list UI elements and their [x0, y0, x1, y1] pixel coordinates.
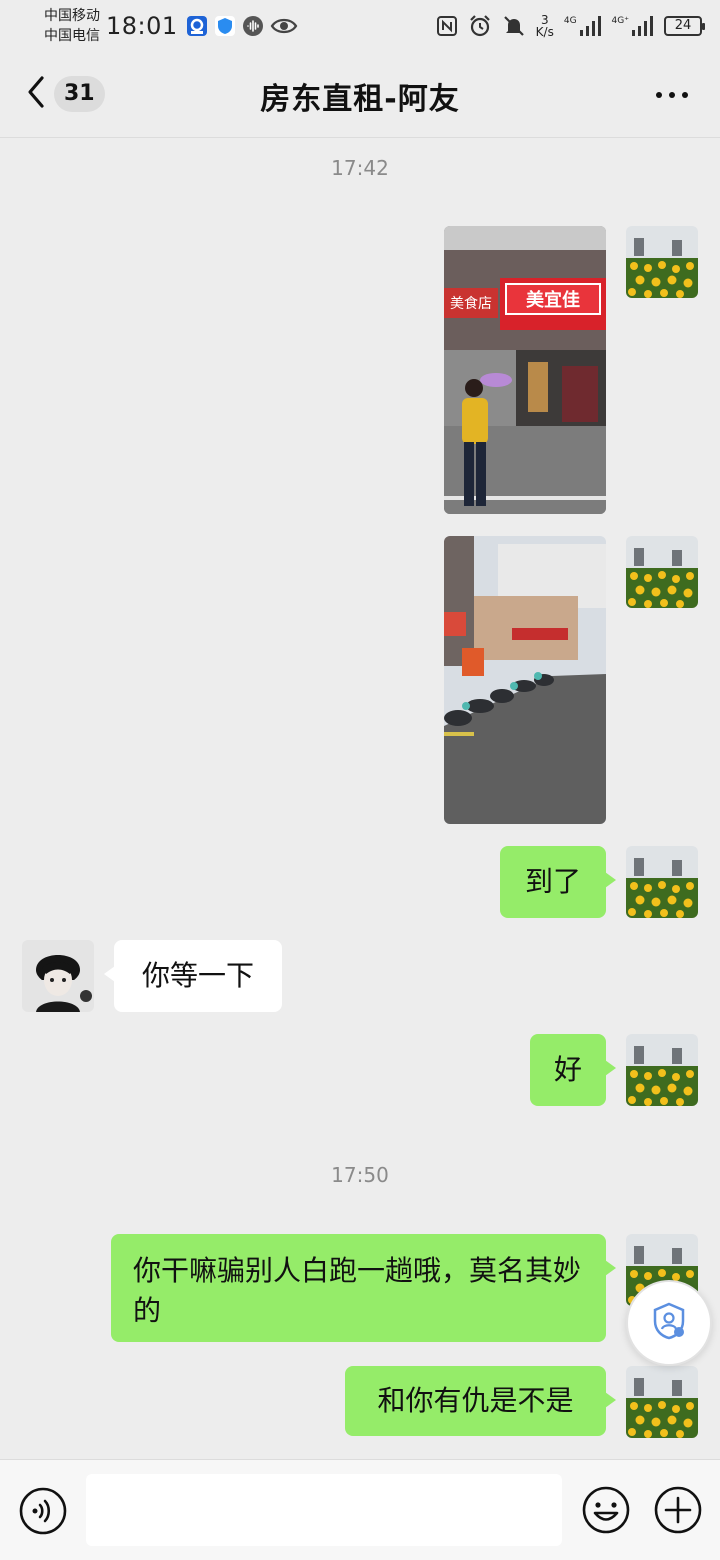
status-icons-right: 3 K/s 4G 4G⁺ 24 [436, 14, 705, 38]
input-bar [0, 1459, 720, 1560]
status-bar: 中国移动 中国电信 18:01 3 K/s 4G 4G⁺ 24 [0, 0, 720, 52]
floating-security-button[interactable] [626, 1280, 712, 1366]
my-avatar[interactable] [626, 1034, 698, 1106]
net-speed: 3 K/s [536, 14, 554, 38]
more-functions-button[interactable] [652, 1484, 704, 1536]
emoji-icon [580, 1486, 632, 1540]
store-sign-text: 美宜佳 [526, 289, 580, 311]
mute-icon [502, 14, 526, 38]
carrier-1: 中国移动 [44, 8, 100, 24]
contact-avatar[interactable] [22, 940, 94, 1012]
carrier-2: 中国电信 [44, 28, 100, 44]
alarm-icon [468, 14, 492, 38]
message-bubble-sent[interactable]: 和你有仇是不是 [345, 1366, 616, 1436]
more-dots-icon [654, 92, 690, 114]
chat-header: 31 房东直租-阿友 [0, 52, 720, 138]
app-notification-icon [186, 15, 208, 37]
side-sign-text: 美食店 [450, 295, 492, 312]
chat-title: 房东直租-阿友 [260, 82, 460, 117]
timestamp: 17:42 [331, 156, 389, 180]
message-bubble-sent[interactable]: 到了 [500, 846, 616, 918]
signal-1-icon: 4G [564, 16, 602, 36]
more-button[interactable] [654, 80, 690, 110]
signal-1-label: 4G [563, 16, 577, 26]
photo-message[interactable] [444, 536, 606, 824]
carriers: 中国移动 中国电信 [44, 6, 100, 46]
message-bubble-sent[interactable]: 你干嘛骗别人白跑一趟哦，莫名其妙的 [111, 1234, 616, 1342]
plus-circle-icon [652, 1486, 704, 1540]
status-icons-left [186, 15, 298, 37]
voice-icon [18, 1487, 68, 1540]
shield-notification-icon [214, 15, 236, 37]
shield-user-icon [649, 1301, 689, 1345]
my-avatar[interactable] [626, 846, 698, 918]
message-bubble-received[interactable]: 你等一下 [104, 940, 282, 1012]
timestamp: 17:50 [331, 1163, 389, 1187]
message-bubble-sent[interactable]: 好 [530, 1034, 616, 1106]
audio-wave-icon [242, 15, 264, 37]
photo-message[interactable]: 美宜佳 美食店 [444, 226, 606, 514]
nfc-icon [436, 15, 458, 37]
net-speed-unit: K/s [535, 25, 554, 39]
message-input[interactable] [86, 1474, 562, 1546]
my-avatar[interactable] [626, 536, 698, 608]
clock: 18:01 [106, 12, 178, 40]
signal-2-icon: 4G⁺ [612, 16, 654, 36]
signal-2-label: 4G⁺ [611, 16, 629, 26]
battery-icon: 24 [664, 16, 705, 36]
voice-button[interactable] [18, 1486, 68, 1536]
my-avatar[interactable] [626, 1366, 698, 1438]
eye-icon [270, 16, 298, 36]
my-avatar[interactable] [626, 226, 698, 298]
emoji-button[interactable] [580, 1484, 632, 1536]
